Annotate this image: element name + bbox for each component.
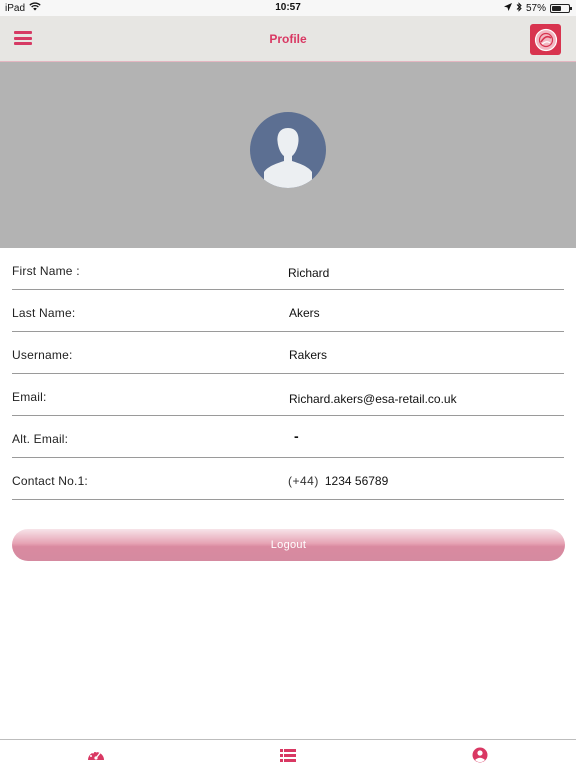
battery-icon [550, 4, 572, 13]
status-bar: iPad 10:57 57% [0, 0, 576, 16]
last-name-value: Akers [289, 306, 320, 320]
profile-fields: First Name : Richard Last Name: Akers Us… [0, 248, 576, 500]
field-label: Last Name: [12, 306, 76, 320]
contact-value: (+44) 1234 56789 [288, 474, 388, 488]
field-label: Username: [12, 348, 73, 362]
email-value: Richard.akers@esa-retail.co.uk [289, 392, 457, 406]
profile-header [0, 62, 576, 248]
location-arrow-icon [503, 3, 512, 14]
bluetooth-icon [516, 2, 522, 15]
country-code: (+44) [288, 474, 319, 488]
field-label: First Name : [12, 264, 80, 278]
tab-bar [0, 739, 576, 768]
battery-percent: 57% [525, 3, 546, 14]
field-first-name: First Name : Richard [12, 248, 564, 290]
field-email: Email: Richard.akers@esa-retail.co.uk [12, 374, 564, 416]
battery-nub [570, 7, 572, 10]
first-name-value: Richard [288, 266, 330, 280]
field-label: Alt. Email: [12, 432, 69, 446]
dashboard-gauge-icon[interactable] [86, 747, 106, 763]
field-username: Username: Rakers [12, 332, 564, 374]
alt-email-value: - [294, 428, 299, 444]
field-label: Contact No.1: [12, 474, 88, 488]
avatar-icon[interactable] [250, 112, 326, 188]
field-last-name: Last Name: Akers [12, 290, 564, 332]
phone-number: 1234 56789 [324, 474, 389, 488]
field-alt-email: Alt. Email: - [12, 416, 564, 458]
user-profile-icon[interactable] [470, 747, 490, 763]
esa-logo-icon[interactable] [530, 24, 561, 55]
nav-bar: Profile [0, 16, 576, 62]
status-time: 10:57 [275, 2, 301, 13]
logout-button[interactable]: Logout [12, 529, 565, 561]
list-icon[interactable] [278, 747, 298, 763]
field-label: Email: [12, 390, 47, 404]
username-value: Rakers [289, 348, 328, 362]
status-right: 57% [503, 2, 572, 15]
field-contact-no: Contact No.1: (+44) 1234 56789 [12, 458, 564, 500]
page-title: Profile [269, 32, 307, 46]
battery-level [552, 6, 561, 11]
